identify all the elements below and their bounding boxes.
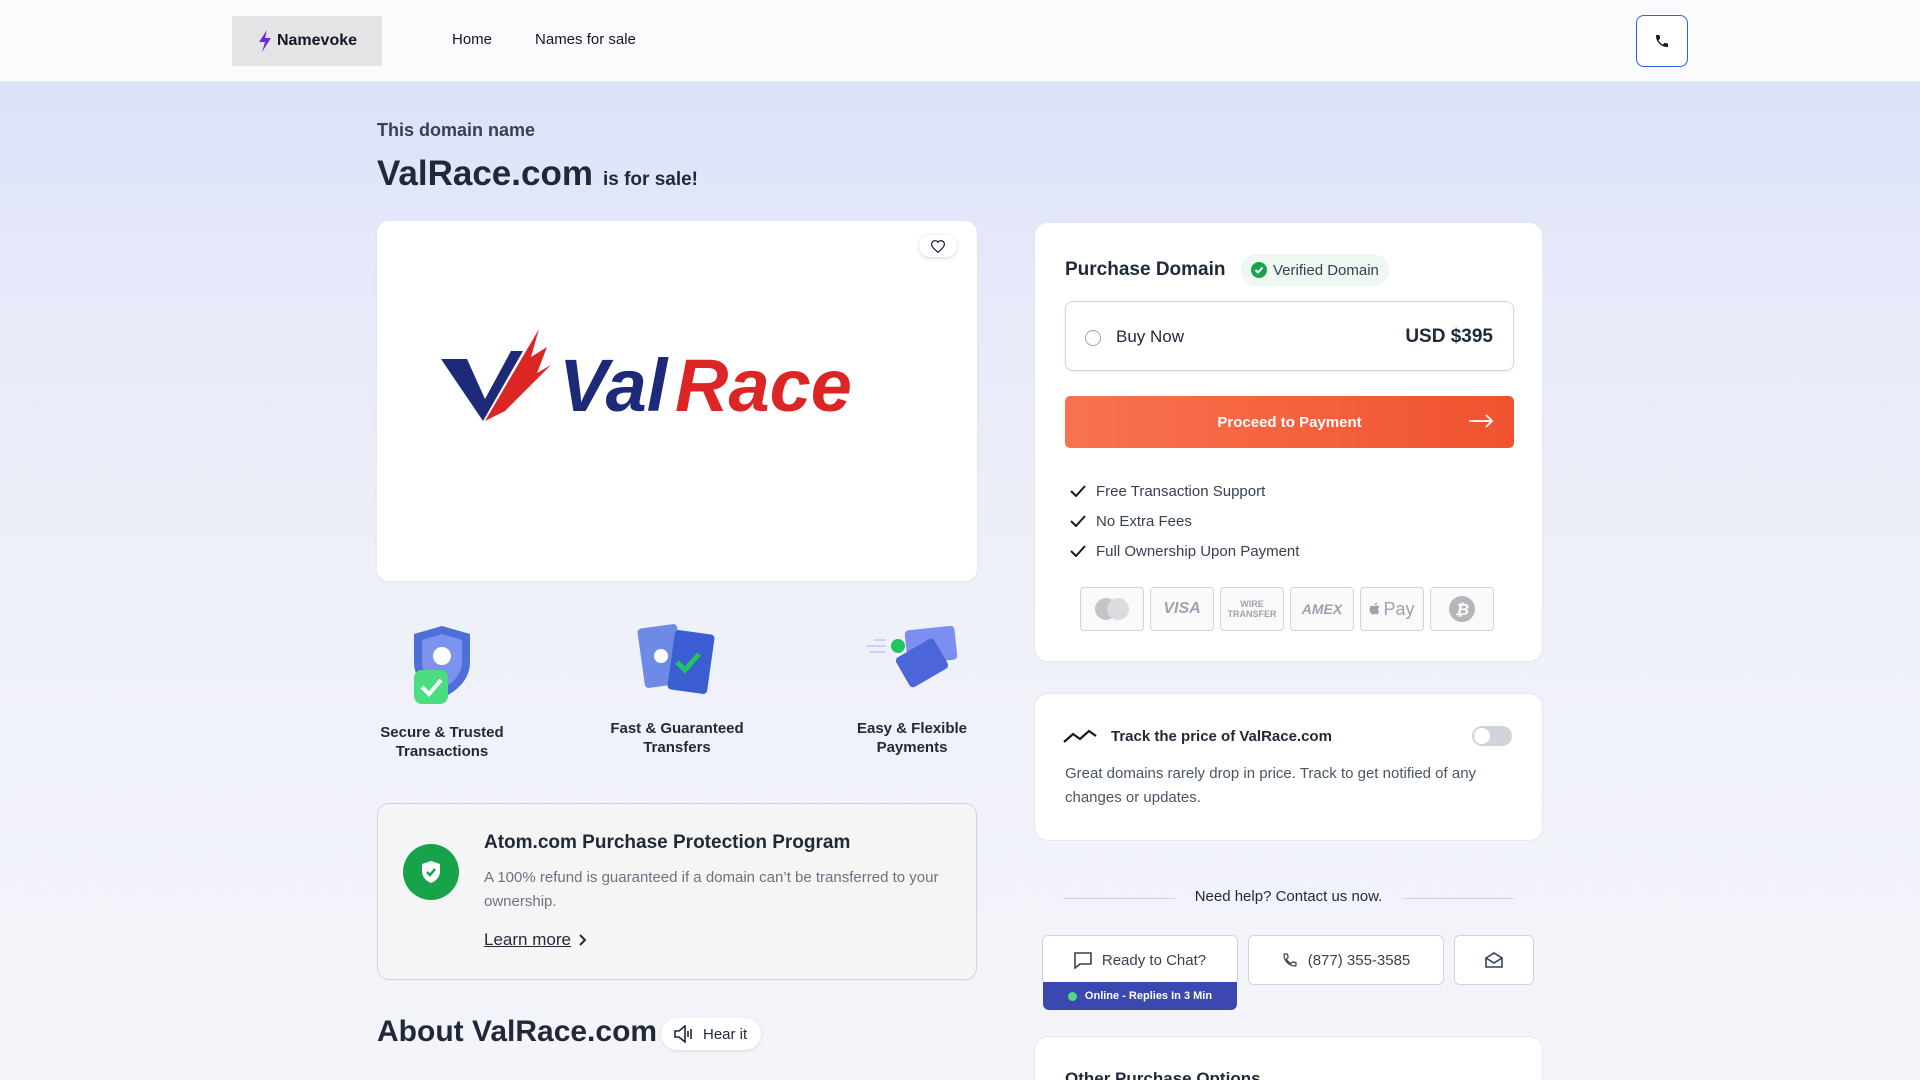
logo-text-val: Val bbox=[559, 344, 669, 427]
check-icon bbox=[1070, 515, 1086, 527]
buy-now-label: Buy Now bbox=[1116, 327, 1185, 346]
benefit-item: Full Ownership Upon Payment bbox=[1070, 536, 1299, 566]
feature-easy-line1: Easy & Flexible bbox=[856, 720, 968, 737]
trend-line-icon bbox=[1063, 729, 1097, 743]
chevron-right-icon bbox=[579, 934, 587, 946]
fast-transfer-icon bbox=[637, 624, 715, 694]
site-logo[interactable]: Namevoke bbox=[232, 16, 382, 66]
other-options-title: Other Purchase Options bbox=[1065, 1069, 1261, 1080]
help-heading-row: Need help? Contact us now. bbox=[1063, 888, 1514, 908]
feature-easy: Easy & Flexible Payments bbox=[847, 616, 977, 757]
benefit-label: No Extra Fees bbox=[1096, 512, 1192, 530]
phone-icon bbox=[1283, 953, 1297, 967]
phone-contact-button[interactable]: (877) 355-3585 bbox=[1248, 935, 1444, 985]
top-bar: Namevoke Home Names for sale bbox=[0, 0, 1920, 82]
divider-right bbox=[1402, 898, 1514, 899]
mail-icon bbox=[1485, 952, 1503, 968]
buy-now-price: USD $395 bbox=[1405, 326, 1493, 347]
bitcoin-icon: ₿ bbox=[1430, 587, 1494, 631]
benefits-list: Free Transaction Support No Extra Fees F… bbox=[1070, 476, 1299, 566]
verified-label: Verified Domain bbox=[1273, 261, 1379, 279]
check-icon bbox=[1070, 545, 1086, 557]
chat-icon bbox=[1074, 951, 1092, 969]
benefit-item: No Extra Fees bbox=[1070, 506, 1299, 536]
favorite-button[interactable] bbox=[919, 235, 957, 257]
main-nav: Home Names for sale bbox=[452, 31, 636, 48]
features-row: Secure & Trusted Transactions Fast & Gua… bbox=[377, 620, 977, 770]
verified-check-icon bbox=[1251, 262, 1267, 278]
online-dot bbox=[1067, 991, 1077, 1001]
learn-more-label: Learn more bbox=[484, 930, 571, 949]
valrace-logo: Val Race bbox=[439, 329, 859, 434]
buy-now-radio[interactable] bbox=[1085, 330, 1101, 346]
arrow-right-icon bbox=[1469, 414, 1494, 428]
phone-icon bbox=[1656, 35, 1668, 47]
feature-fast: Fast & Guaranteed Transfers bbox=[600, 616, 754, 757]
apple-pay-icon: Pay bbox=[1360, 587, 1424, 631]
online-label: Online - Replies In 3 Min bbox=[1084, 990, 1213, 1002]
heart-icon bbox=[931, 239, 945, 253]
feature-secure-line1: Secure & Trusted bbox=[380, 724, 504, 741]
proceed-to-payment-button[interactable]: Proceed to Payment bbox=[1065, 396, 1514, 448]
hear-it-button[interactable]: Hear it bbox=[661, 1018, 762, 1050]
call-button[interactable] bbox=[1636, 15, 1688, 67]
nav-home[interactable]: Home bbox=[452, 31, 492, 48]
benefit-label: Full Ownership Upon Payment bbox=[1096, 542, 1300, 560]
track-title: Track the price of ValRace.com bbox=[1111, 728, 1332, 745]
apple-pay-label: Pay bbox=[1383, 598, 1415, 619]
lightning-icon bbox=[258, 30, 271, 52]
benefit-label: Free Transaction Support bbox=[1096, 482, 1266, 500]
benefit-item: Free Transaction Support bbox=[1070, 476, 1299, 506]
purchase-card: Purchase Domain Verified Domain Buy Now … bbox=[1034, 222, 1543, 662]
learn-more-link[interactable]: Learn more bbox=[484, 930, 587, 950]
feature-fast-line2: Transfers bbox=[643, 739, 711, 756]
mastercard-icon bbox=[1080, 587, 1144, 631]
nav-names-for-sale[interactable]: Names for sale bbox=[535, 31, 636, 48]
domain-name: ValRace.com bbox=[377, 154, 593, 193]
for-sale-label: is for sale! bbox=[602, 169, 699, 190]
flexible-payments-icon bbox=[866, 625, 958, 688]
visa-icon: VISA bbox=[1150, 587, 1214, 631]
svg-text:₿: ₿ bbox=[1455, 600, 1469, 619]
email-button[interactable] bbox=[1454, 935, 1534, 985]
chat-button[interactable]: Ready to Chat? bbox=[1042, 935, 1238, 985]
protection-title: Atom.com Purchase Protection Program bbox=[484, 832, 851, 853]
wire-transfer-icon: WIRE TRANSFER bbox=[1220, 587, 1284, 631]
online-status-badge: Online - Replies In 3 Min bbox=[1043, 982, 1237, 1010]
feature-secure-line2: Transactions bbox=[395, 743, 489, 760]
feature-easy-line2: Payments bbox=[876, 739, 948, 756]
verified-badge: Verified Domain bbox=[1241, 254, 1389, 286]
about-title: About ValRace.com bbox=[377, 1015, 658, 1048]
hero-title: ValRace.com is for sale! bbox=[377, 154, 698, 194]
speaker-icon bbox=[674, 1025, 692, 1043]
payment-methods: VISA WIRE TRANSFER AMEX Pay ₿ bbox=[1080, 587, 1494, 631]
check-icon bbox=[1070, 485, 1086, 497]
hero-eyebrow: This domain name bbox=[377, 120, 536, 140]
chat-label: Ready to Chat? bbox=[1101, 951, 1207, 969]
price-track-card: Track the price of ValRace.com Great dom… bbox=[1034, 693, 1543, 841]
site-brand-name: Namevoke bbox=[276, 32, 358, 49]
toggle-knob bbox=[1474, 728, 1490, 744]
amex-icon: AMEX bbox=[1290, 587, 1354, 631]
secure-shield-icon bbox=[414, 626, 470, 704]
proceed-label: Proceed to Payment bbox=[1217, 413, 1362, 431]
buy-now-option[interactable]: Buy Now USD $395 bbox=[1065, 301, 1514, 371]
help-title: Need help? Contact us now. bbox=[1194, 888, 1383, 905]
shield-check-icon bbox=[403, 844, 459, 900]
track-description: Great domains rarely drop in price. Trac… bbox=[1065, 765, 1477, 806]
feature-fast-line1: Fast & Guaranteed bbox=[610, 720, 744, 737]
purchase-title: Purchase Domain bbox=[1065, 259, 1226, 280]
track-price-toggle[interactable] bbox=[1472, 726, 1512, 746]
purchase-protection-card: Atom.com Purchase Protection Program A 1… bbox=[377, 803, 977, 980]
other-purchase-options-card: Other Purchase Options bbox=[1034, 1036, 1543, 1080]
protection-text: A 100% refund is guaranteed if a domain … bbox=[484, 869, 939, 910]
feature-secure: Secure & Trusted Transactions bbox=[377, 620, 507, 761]
domain-logo-card: Val Race bbox=[377, 221, 977, 581]
logo-text-race: Race bbox=[675, 344, 852, 427]
hear-it-label: Hear it bbox=[703, 1025, 748, 1043]
phone-number: (877) 355-3585 bbox=[1307, 951, 1411, 969]
